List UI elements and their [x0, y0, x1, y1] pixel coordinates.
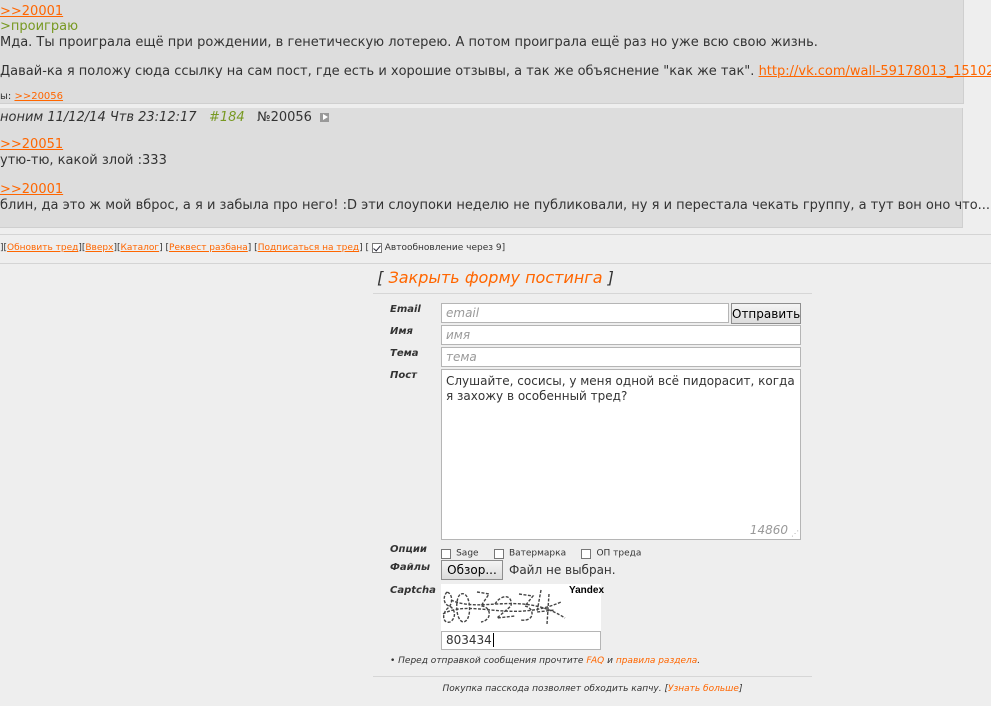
- faq-link[interactable]: FAQ: [586, 656, 604, 666]
- replies-row: ы: >>20056: [0, 91, 63, 102]
- op-label: ОП треда: [596, 548, 642, 559]
- reply-link-20001[interactable]: >>20001: [0, 4, 63, 19]
- watermark-checkbox[interactable]: [493, 548, 504, 559]
- autoupdate-label: Автообновление через 9: [384, 243, 502, 253]
- subject-label: Тема: [390, 348, 419, 359]
- greentext-quote: >проиграю: [0, 19, 79, 34]
- watermark-label: Ватермарка: [508, 548, 567, 559]
- reply-link-20051[interactable]: >>20051: [0, 137, 63, 152]
- post-number[interactable]: №20056: [257, 110, 312, 125]
- sage-checkbox[interactable]: [441, 548, 451, 559]
- subscribe-thread-link[interactable]: Подписаться на тред: [258, 243, 359, 253]
- close-form-row: [ Закрыть форму постинга ]: [377, 268, 614, 287]
- learn-more-link[interactable]: Узнать больше: [668, 684, 739, 694]
- refresh-thread-link[interactable]: Обновить тред: [7, 243, 78, 253]
- op-checkbox[interactable]: [581, 548, 592, 559]
- resize-grip-icon[interactable]: ⋰: [791, 529, 799, 538]
- options-label: Опции: [390, 544, 427, 555]
- post-textarea-text: Слушайте, сосисы, у меня одной всё пидор…: [446, 374, 795, 403]
- thread-toolbar: ][Обновить тред][Вверх][Каталог] [Реквес…: [0, 234, 991, 264]
- no-file-text: Файл не выбран.: [509, 563, 616, 577]
- rules-note: • Перед отправкой сообщения прочтите FAQ…: [390, 656, 701, 666]
- unban-request-link[interactable]: Реквест разбана: [169, 243, 248, 253]
- captcha-digits-icon: [442, 589, 566, 625]
- replies-label: ы:: [0, 91, 12, 102]
- captcha-image: Yandex: [441, 584, 605, 631]
- rules-note-and: и: [607, 656, 613, 666]
- post-20056: ноним 11/12/14 Чтв 23:12:17 #184 №20056 …: [0, 108, 991, 228]
- post-text-line: Мда. Ты проиграла ещё при рождении, в ге…: [0, 35, 818, 50]
- text-cursor: [492, 633, 494, 647]
- posting-form: Email Отправить Имя Тема Пост Слушайте, …: [373, 293, 812, 694]
- yandex-logo: Yandex: [569, 585, 605, 596]
- submit-button[interactable]: Отправить: [731, 303, 801, 324]
- reply-link-20056[interactable]: >>20056: [14, 91, 63, 102]
- reply-link-20001[interactable]: >>20001: [0, 182, 63, 197]
- captcha-label: Captcha: [390, 585, 436, 596]
- post-text-with-link: Давай-ка я положу сюда ссылку на сам пос…: [0, 64, 991, 79]
- post-textarea[interactable]: Слушайте, сосисы, у меня одной всё пидор…: [441, 369, 801, 540]
- post-text: Давай-ка я положу сюда ссылку на сам пос…: [0, 64, 755, 79]
- post-text-line: утю-тю, какой злой :333: [0, 153, 167, 168]
- passcode-text: Покупка пасскода позволяет обходить капч…: [442, 684, 662, 694]
- close-form-link[interactable]: Закрыть форму постинга: [388, 268, 602, 287]
- rules-note-prefix: • Перед отправкой сообщения прочтите: [390, 656, 584, 666]
- post-author-date: ноним 11/12/14 Чтв 23:12:17: [0, 110, 197, 125]
- catalog-link[interactable]: Каталог: [120, 243, 159, 253]
- post-20001-reply: >>20001 >проиграю Мда. Ты проиграла ещё …: [0, 0, 991, 104]
- post-label: Пост: [390, 370, 417, 381]
- captcha-input[interactable]: 803434: [441, 631, 601, 650]
- name-label: Имя: [390, 326, 413, 337]
- email-input[interactable]: [441, 303, 729, 323]
- post-header: ноним 11/12/14 Чтв 23:12:17 #184 №20056: [0, 110, 330, 125]
- vk-link[interactable]: http://vk.com/wall-59178013_151026: [759, 64, 991, 79]
- browse-button[interactable]: Обзор...: [441, 560, 503, 580]
- post-index[interactable]: #184: [209, 110, 245, 125]
- captcha-input-value: 803434: [446, 633, 492, 647]
- email-label: Email: [390, 304, 421, 315]
- passcode-note: Покупка пасскода позволяет обходить капч…: [442, 684, 743, 694]
- play-icon[interactable]: [320, 113, 330, 122]
- subject-input[interactable]: [441, 347, 801, 367]
- autoupdate-checkbox[interactable]: [371, 242, 382, 253]
- rules-link[interactable]: правила раздела: [616, 656, 697, 666]
- files-label: Файлы: [390, 562, 431, 573]
- name-input[interactable]: [441, 325, 801, 345]
- up-link[interactable]: Вверх: [85, 243, 113, 253]
- post-text-line: блин, да это ж мой вброс, а я и забыла п…: [0, 198, 991, 213]
- sage-label: Sage: [456, 548, 479, 559]
- char-counter: 14860: [749, 523, 788, 537]
